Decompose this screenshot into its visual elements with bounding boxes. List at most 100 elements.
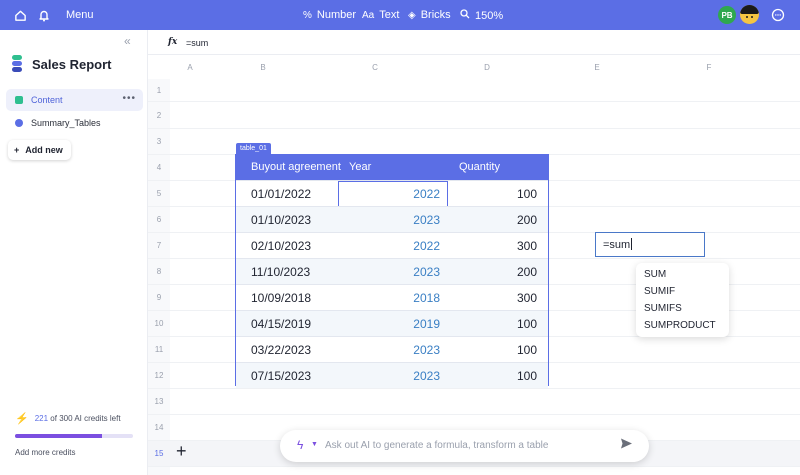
- chat-icon[interactable]: [770, 7, 786, 23]
- table-cell-date[interactable]: 03/22/2023: [251, 343, 311, 357]
- text-cursor: [631, 238, 633, 250]
- table-column-header[interactable]: Year: [349, 161, 371, 173]
- row-number[interactable]: 4: [148, 163, 170, 172]
- data-table[interactable]: Buyout agreement Year Quantity 01/01/202…: [235, 154, 549, 388]
- table-cell-qty[interactable]: 300: [440, 291, 537, 305]
- table-row[interactable]: 10/09/2018 2018 300: [236, 284, 548, 310]
- table-cell-year[interactable]: 2022: [340, 239, 440, 253]
- row-number[interactable]: 8: [148, 267, 170, 276]
- table-row[interactable]: 02/10/2023 2022 300: [236, 232, 548, 258]
- table-row[interactable]: 07/15/2023 2023 100: [236, 362, 548, 388]
- text-format-button[interactable]: Aa Text: [362, 9, 399, 21]
- table-cell-qty[interactable]: 100: [440, 343, 537, 357]
- table-cell-qty[interactable]: 100: [440, 369, 537, 383]
- table-cell-qty[interactable]: 100: [440, 187, 537, 201]
- collapse-sidebar-icon[interactable]: «: [124, 34, 131, 48]
- add-new-button[interactable]: + Add new: [8, 140, 71, 160]
- column-header[interactable]: E: [540, 55, 654, 79]
- row-number[interactable]: 11: [148, 345, 170, 354]
- add-more-credits-link[interactable]: Add more credits: [15, 448, 75, 457]
- plus-icon: +: [14, 145, 20, 155]
- function-icon: fx: [168, 37, 178, 47]
- column-header[interactable]: A: [170, 55, 210, 79]
- ai-prompt-bar[interactable]: ϟ ▼ Ask out AI to generate a formula, tr…: [280, 430, 649, 462]
- table-cell-date[interactable]: 07/15/2023: [251, 369, 311, 383]
- selected-cell[interactable]: [338, 181, 448, 207]
- table-cell-date[interactable]: 01/10/2023: [251, 213, 311, 227]
- table-cell-date[interactable]: 02/10/2023: [251, 239, 311, 253]
- table-name-tag[interactable]: table_01: [236, 143, 271, 154]
- table-cell-qty[interactable]: 200: [440, 265, 537, 279]
- bell-icon[interactable]: [36, 7, 52, 23]
- table-cell-date[interactable]: 04/15/2019: [251, 317, 311, 331]
- row-number[interactable]: 2: [148, 111, 170, 120]
- table-cell-year[interactable]: 2023: [340, 265, 440, 279]
- table-cell-year[interactable]: 2023: [340, 369, 440, 383]
- avatar[interactable]: PB: [718, 6, 736, 24]
- sheet-icon: [15, 119, 23, 127]
- column-header[interactable]: C: [316, 55, 434, 79]
- table-cell-year[interactable]: 2019: [340, 317, 440, 331]
- table-cell-date[interactable]: 10/09/2018: [251, 291, 311, 305]
- row-number[interactable]: 12: [148, 371, 170, 380]
- table-header: Buyout agreement Year Quantity: [236, 155, 548, 180]
- home-icon[interactable]: [12, 7, 28, 23]
- row-number[interactable]: 1: [148, 86, 170, 95]
- row-number[interactable]: 7: [148, 241, 170, 250]
- row-number[interactable]: 10: [148, 319, 170, 328]
- send-icon[interactable]: [620, 437, 633, 453]
- row-number[interactable]: 5: [148, 189, 170, 198]
- bricks-button[interactable]: ◈ Bricks: [408, 9, 451, 21]
- formula-bar[interactable]: fx =sum: [148, 30, 800, 55]
- sidebar-item-summary-tables[interactable]: Summary_Tables: [6, 112, 143, 134]
- table-row[interactable]: 01/10/2023 2023 200: [236, 206, 548, 232]
- grid-row[interactable]: 13: [148, 389, 800, 415]
- row-number[interactable]: 13: [148, 397, 170, 406]
- grid-row[interactable]: 1: [148, 79, 800, 102]
- ai-prompt-input[interactable]: Ask out AI to generate a formula, transf…: [325, 440, 548, 451]
- layers-icon: ◈: [408, 9, 416, 21]
- sidebar-item-content[interactable]: Content •••: [6, 89, 143, 111]
- sparkle-icon[interactable]: ϟ: [297, 438, 303, 452]
- table-row[interactable]: 11/10/2023 2023 200: [236, 258, 548, 284]
- credits-text: of 300 AI credits left: [50, 414, 121, 423]
- sidebar-item-label: Content: [31, 95, 63, 105]
- table-cell-year[interactable]: 2018: [340, 291, 440, 305]
- menu-button[interactable]: Menu: [66, 9, 94, 21]
- suggestion-item[interactable]: SUMPRODUCT: [636, 318, 729, 335]
- row-number[interactable]: 6: [148, 215, 170, 224]
- table-column-header[interactable]: Buyout agreement: [251, 161, 341, 173]
- row-number[interactable]: 3: [148, 137, 170, 146]
- column-header[interactable]: D: [434, 55, 540, 79]
- table-cell-qty[interactable]: 200: [440, 213, 537, 227]
- table-cell-date[interactable]: 11/10/2023: [251, 265, 310, 279]
- avatar[interactable]: [740, 5, 759, 24]
- add-row-button[interactable]: +: [176, 441, 187, 462]
- column-header[interactable]: B: [210, 55, 316, 79]
- table-cell-qty[interactable]: 300: [440, 239, 537, 253]
- table-cell-year[interactable]: 2023: [340, 343, 440, 357]
- row-number[interactable]: 9: [148, 293, 170, 302]
- table-row[interactable]: 03/22/2023 2023 100: [236, 336, 548, 362]
- table-cell-date[interactable]: 01/01/2022: [251, 187, 311, 201]
- number-format-button[interactable]: % Number: [303, 9, 356, 21]
- table-column-header[interactable]: Quantity: [459, 161, 500, 173]
- zoom-button[interactable]: 150%: [460, 9, 503, 22]
- row-number[interactable]: 14: [148, 423, 170, 432]
- table-row[interactable]: 04/15/2019 2019 100: [236, 310, 548, 336]
- more-options-icon[interactable]: •••: [122, 93, 136, 104]
- table-row[interactable]: 01/01/2022 2022 100: [236, 180, 548, 207]
- active-cell-editor[interactable]: =sum: [595, 232, 705, 257]
- percent-icon: %: [303, 9, 312, 21]
- formula-input[interactable]: =sum: [186, 38, 208, 48]
- suggestion-item[interactable]: SUM: [636, 267, 729, 284]
- suggestion-item[interactable]: SUMIFS: [636, 301, 729, 318]
- text-label: Text: [379, 9, 400, 21]
- grid-row[interactable]: 2: [148, 102, 800, 129]
- suggestion-item[interactable]: SUMIF: [636, 284, 729, 301]
- table-cell-year[interactable]: 2023: [340, 213, 440, 227]
- column-header[interactable]: F: [654, 55, 764, 79]
- row-number[interactable]: 15: [148, 449, 170, 458]
- table-cell-qty[interactable]: 100: [440, 317, 537, 331]
- chevron-down-icon[interactable]: ▼: [311, 441, 318, 448]
